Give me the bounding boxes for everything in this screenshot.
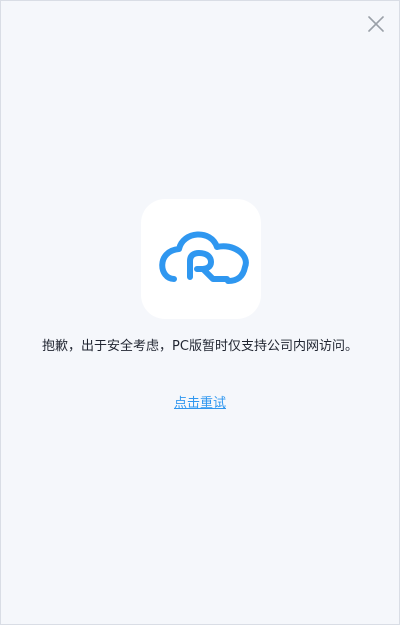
security-message: 抱歉，出于安全考虑，PC版暂时仅支持公司内网访问。 — [42, 339, 358, 354]
retry-link[interactable]: 点击重试 — [174, 396, 226, 411]
dialog-window: 抱歉，出于安全考虑，PC版暂时仅支持公司内网访问。 点击重试 — [0, 0, 400, 625]
close-icon — [368, 16, 384, 32]
close-button[interactable] — [366, 14, 386, 34]
retry-link-container: 点击重试 — [1, 395, 399, 413]
cloud-r-logo-icon — [159, 231, 249, 284]
app-logo — [141, 199, 261, 319]
